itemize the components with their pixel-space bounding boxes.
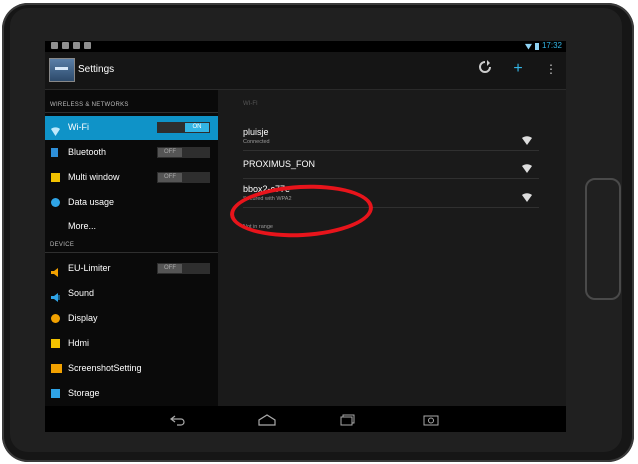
toggle-knob: OFF bbox=[158, 264, 182, 273]
menu-item-display[interactable]: Display bbox=[45, 307, 218, 331]
menu-item-label: Wi-Fi bbox=[68, 122, 89, 132]
page-title: Settings bbox=[78, 64, 115, 75]
settings-app-icon[interactable] bbox=[49, 58, 75, 82]
toggle-knob: OFF bbox=[158, 148, 182, 157]
sound-icon bbox=[51, 289, 60, 302]
clock: 17:32 bbox=[541, 41, 562, 50]
menu-item-eu-limiter[interactable]: EU-Limiter OFF bbox=[45, 257, 218, 281]
recent-apps-icon[interactable] bbox=[340, 413, 356, 426]
storage-icon bbox=[51, 389, 60, 398]
wifi-signal-icon bbox=[522, 132, 532, 145]
toggle-knob: OFF bbox=[158, 173, 182, 182]
wifi-panel: WI-FI pluisje Connected PROXIMUS_FON bbo… bbox=[218, 90, 566, 406]
wifi-icon bbox=[51, 123, 60, 136]
notification-icons bbox=[51, 42, 91, 49]
wifi-toggle[interactable]: ON bbox=[157, 122, 210, 133]
section-header-wireless: WIRELESS & NETWORKS bbox=[50, 102, 129, 108]
debug-icon bbox=[73, 42, 80, 49]
image-icon bbox=[84, 42, 91, 49]
back-icon[interactable] bbox=[170, 413, 186, 426]
menu-item-more[interactable]: More... bbox=[45, 215, 218, 239]
network-name: PROXIMUS_FON bbox=[243, 159, 316, 169]
overflow-menu-icon[interactable]: ⋮ bbox=[541, 60, 561, 78]
action-bar: Settings + ⋮ bbox=[45, 52, 566, 90]
data-usage-icon bbox=[51, 198, 60, 207]
multi-window-toggle[interactable]: OFF bbox=[157, 172, 210, 183]
bluetooth-icon bbox=[51, 148, 58, 157]
hdmi-icon bbox=[51, 339, 60, 348]
menu-item-sound[interactable]: Sound bbox=[45, 282, 218, 306]
usb-icon bbox=[51, 42, 58, 49]
tablet-home-button[interactable] bbox=[585, 178, 621, 300]
network-name: pluisje bbox=[243, 127, 269, 137]
navigation-bar bbox=[45, 406, 566, 432]
menu-item-label: Multi window bbox=[68, 172, 120, 182]
wifi-signal-secured-icon bbox=[522, 189, 532, 202]
menu-item-label: Sound bbox=[68, 288, 95, 298]
battery-icon bbox=[534, 42, 539, 50]
notification-icon bbox=[62, 42, 69, 49]
menu-item-bluetooth[interactable]: Bluetooth OFF bbox=[45, 141, 218, 165]
menu-item-label: Storage bbox=[68, 388, 100, 398]
refresh-icon[interactable] bbox=[475, 60, 495, 79]
section-header-device: DEVICE bbox=[50, 242, 75, 248]
screenshot-nav-icon[interactable] bbox=[423, 413, 439, 426]
menu-item-label: Hdmi bbox=[68, 338, 90, 348]
menu-item-storage[interactable]: Storage bbox=[45, 382, 218, 406]
menu-item-screenshot-setting[interactable]: ScreenshotSetting bbox=[45, 357, 218, 381]
toggle-knob: ON bbox=[185, 123, 209, 132]
system-icons: 17:32 bbox=[524, 41, 562, 51]
menu-item-multi-window[interactable]: Multi window OFF bbox=[45, 166, 218, 190]
wifi-panel-header: WI-FI bbox=[243, 101, 258, 107]
menu-item-data-usage[interactable]: Data usage bbox=[45, 191, 218, 215]
eu-limiter-icon bbox=[51, 264, 60, 277]
wifi-network-item[interactable]: pluisje Connected bbox=[243, 123, 539, 151]
menu-item-label: Bluetooth bbox=[68, 147, 107, 157]
display-icon bbox=[51, 314, 60, 323]
eu-limiter-toggle[interactable]: OFF bbox=[157, 263, 210, 274]
bluetooth-toggle[interactable]: OFF bbox=[157, 147, 210, 158]
menu-item-label: ScreenshotSetting bbox=[68, 363, 142, 373]
wifi-network-item[interactable]: PROXIMUS_FON bbox=[243, 151, 539, 179]
home-icon[interactable] bbox=[258, 413, 276, 426]
wifi-status-icon bbox=[524, 43, 532, 50]
menu-item-label: EU-Limiter bbox=[68, 263, 111, 273]
section-divider bbox=[45, 112, 218, 113]
section-divider bbox=[45, 252, 218, 253]
add-icon[interactable]: + bbox=[508, 60, 528, 78]
menu-item-label: More... bbox=[68, 221, 97, 231]
menu-item-wifi[interactable]: Wi-Fi ON bbox=[45, 116, 218, 140]
settings-menu: WIRELESS & NETWORKS Wi-Fi ON Bluetooth O… bbox=[45, 90, 218, 406]
menu-item-label: Display bbox=[68, 313, 98, 323]
multi-window-icon bbox=[51, 173, 60, 182]
wifi-signal-icon bbox=[522, 160, 532, 173]
status-bar: 17:32 bbox=[45, 41, 566, 52]
menu-item-label: Data usage bbox=[68, 197, 115, 207]
network-status: Connected bbox=[243, 139, 270, 145]
screenshot-icon bbox=[51, 364, 62, 373]
menu-item-hdmi[interactable]: Hdmi bbox=[45, 332, 218, 356]
